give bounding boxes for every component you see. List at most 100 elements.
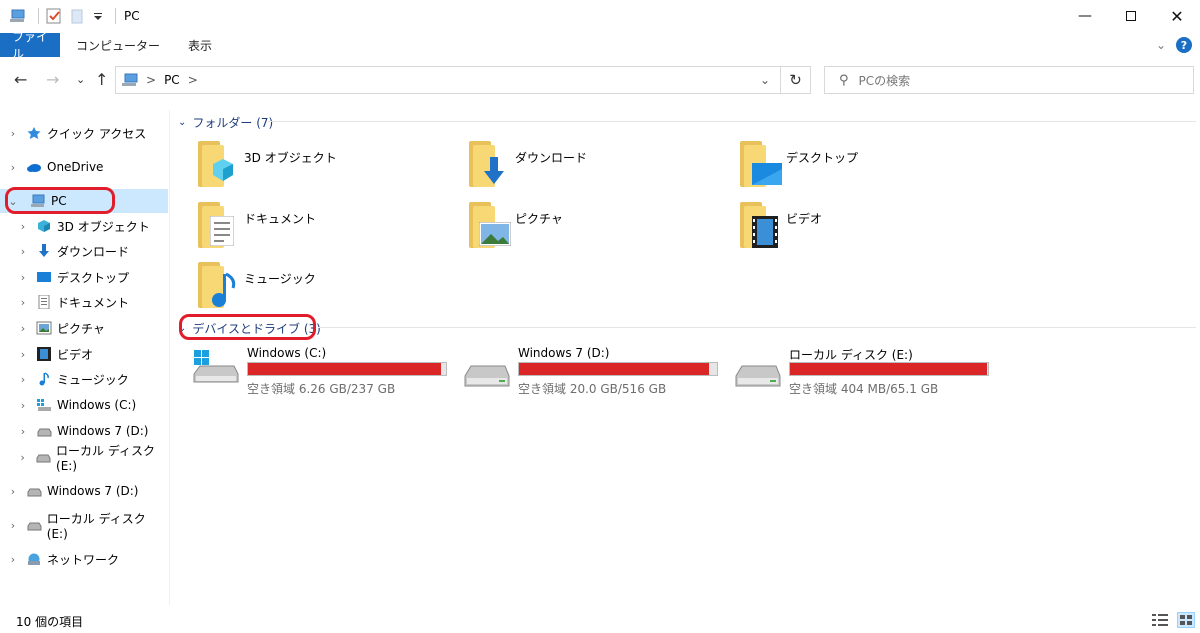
breadcrumb-separator[interactable]: >: [146, 73, 156, 87]
chevron-right-icon[interactable]: ›: [18, 245, 28, 258]
folder-tile-documents[interactable]: ドキュメント: [198, 200, 458, 256]
large-icons-view-icon[interactable]: [1177, 612, 1195, 628]
folder-download-icon: [469, 141, 505, 187]
highlight-ring-pc: [5, 187, 115, 214]
tab-file[interactable]: ファイル: [0, 30, 60, 61]
chevron-down-icon[interactable]: ⌄: [178, 117, 186, 128]
cube-icon: [36, 219, 52, 233]
chevron-right-icon[interactable]: ›: [8, 519, 18, 532]
drive-tile-d[interactable]: Windows 7 (D:) 空き領域 20.0 GB/516 GB: [463, 346, 733, 402]
chevron-right-icon[interactable]: ›: [18, 425, 28, 438]
drive-icon: [463, 358, 510, 387]
folder-label: ピクチャ: [515, 212, 563, 226]
sidebar-item-3d-objects[interactable]: › 3D オブジェクト: [0, 214, 168, 238]
separator: [115, 8, 116, 24]
drive-icon: [26, 518, 42, 532]
sidebar-item-label: ピクチャ: [57, 321, 105, 336]
drive-icon: [35, 450, 51, 464]
folder-tile-3d-objects[interactable]: 3D オブジェクト: [198, 139, 458, 195]
address-dropdown-icon[interactable]: ⌄: [760, 73, 770, 87]
title-bar: PC — ✕: [0, 0, 1200, 32]
item-count: 10 個の項目: [16, 615, 84, 629]
forward-arrow-icon[interactable]: →: [46, 70, 59, 89]
minimize-button[interactable]: —: [1062, 0, 1108, 32]
sidebar-item-label: ダウンロード: [57, 244, 130, 259]
sidebar-item-label: 3D オブジェクト: [57, 219, 150, 234]
sidebar-item-music[interactable]: › ミュージック: [0, 367, 168, 391]
sidebar-item-drive-d[interactable]: › Windows 7 (D:): [0, 419, 168, 443]
help-icon[interactable]: ?: [1176, 37, 1192, 53]
drive-free-space: 空き領域 6.26 GB/237 GB: [247, 382, 396, 396]
drive-name: Windows 7 (D:): [518, 346, 610, 360]
search-placeholder: PCの検索: [858, 73, 911, 88]
back-arrow-icon[interactable]: ←: [14, 70, 27, 89]
star-icon: [26, 126, 42, 140]
folder-tile-music[interactable]: ミュージック: [198, 260, 458, 316]
folder-tile-videos[interactable]: ビデオ: [740, 200, 1000, 256]
chevron-right-icon[interactable]: ›: [18, 296, 28, 309]
group-header-folders[interactable]: ⌄ フォルダー (7): [178, 114, 273, 131]
drive-name: Windows (C:): [247, 346, 327, 360]
search-input[interactable]: ⚲ PCの検索: [824, 66, 1194, 94]
details-view-icon[interactable]: [1151, 612, 1169, 628]
sidebar-item-videos[interactable]: › ビデオ: [0, 342, 168, 366]
folder-music-icon: [198, 262, 236, 308]
sidebar-item-drive-e[interactable]: › ローカル ディスク (E:): [0, 444, 168, 473]
refresh-button[interactable]: ↻: [781, 66, 811, 94]
chevron-right-icon[interactable]: ›: [8, 127, 18, 140]
chevron-right-icon[interactable]: ›: [18, 322, 28, 335]
sidebar-item-drive-d-root[interactable]: › Windows 7 (D:): [0, 479, 168, 503]
windows-drive-icon: [36, 398, 52, 412]
sidebar-item-documents[interactable]: › ドキュメント: [0, 290, 168, 314]
folder-document-icon: [198, 202, 234, 248]
network-icon: [26, 552, 42, 566]
sidebar-item-label: ローカル ディスク (E:): [56, 443, 156, 473]
folder-tile-desktop[interactable]: デスクトップ: [740, 139, 1000, 195]
chevron-right-icon[interactable]: ›: [18, 373, 28, 386]
properties-icon[interactable]: [45, 7, 63, 25]
drive-tile-c[interactable]: Windows (C:) 空き領域 6.26 GB/237 GB: [192, 346, 462, 402]
sidebar-item-onedrive[interactable]: › OneDrive: [0, 155, 168, 179]
folder-tile-pictures[interactable]: ピクチャ: [469, 200, 729, 256]
folder-label: ミュージック: [244, 272, 316, 286]
chevron-right-icon[interactable]: ›: [18, 451, 27, 464]
sidebar-item-pictures[interactable]: › ピクチャ: [0, 316, 168, 340]
folder-label: デスクトップ: [786, 151, 859, 165]
breadcrumb-pc[interactable]: PC: [164, 73, 180, 87]
maximize-button[interactable]: [1108, 0, 1154, 32]
tab-view[interactable]: 表示: [176, 33, 224, 57]
group-divider: [318, 327, 1196, 328]
sidebar-item-downloads[interactable]: › ダウンロード: [0, 239, 168, 263]
close-button[interactable]: ✕: [1154, 0, 1200, 32]
address-bar[interactable]: > PC > ⌄: [115, 66, 781, 94]
sidebar-item-label: Windows 7 (D:): [57, 424, 149, 438]
drive-tile-e[interactable]: ローカル ディスク (E:) 空き領域 404 MB/65.1 GB: [734, 346, 1004, 402]
maximize-icon: [1126, 11, 1136, 21]
new-folder-icon[interactable]: [69, 7, 87, 25]
sidebar-item-drive-e-root[interactable]: › ローカル ディスク (E:): [0, 512, 168, 541]
chevron-right-icon[interactable]: ›: [18, 399, 28, 412]
chevron-right-icon[interactable]: ›: [18, 220, 28, 233]
chevron-right-icon[interactable]: ›: [8, 553, 18, 566]
chevron-right-icon[interactable]: ›: [8, 485, 18, 498]
expand-ribbon-chevron-icon[interactable]: ⌄: [1156, 38, 1166, 52]
chevron-right-icon[interactable]: ›: [18, 348, 28, 361]
sidebar-item-drive-c[interactable]: › Windows (C:): [0, 393, 168, 417]
desktop-icon: [36, 270, 52, 284]
recent-locations-chevron-icon[interactable]: ⌄: [76, 73, 85, 86]
chevron-right-icon[interactable]: ›: [8, 161, 18, 174]
folder-tile-downloads[interactable]: ダウンロード: [469, 139, 729, 195]
sidebar-item-quick-access[interactable]: › クイック アクセス: [0, 121, 168, 145]
up-arrow-icon[interactable]: ↑: [95, 70, 108, 89]
drive-usage-bar: [247, 362, 447, 376]
tab-computer[interactable]: コンピューター: [64, 33, 172, 57]
sidebar-item-desktop[interactable]: › デスクトップ: [0, 265, 168, 289]
customize-dropdown-icon[interactable]: [93, 7, 103, 25]
pc-icon[interactable]: [8, 7, 26, 25]
breadcrumb-separator[interactable]: >: [188, 73, 198, 87]
ribbon-tabs: ファイル コンピューター 表示 ⌄ ?: [0, 30, 1200, 61]
highlight-ring-drives-header: [179, 314, 316, 340]
folder-film-icon: [740, 202, 778, 248]
sidebar-item-network[interactable]: › ネットワーク: [0, 547, 168, 571]
chevron-right-icon[interactable]: ›: [18, 271, 28, 284]
